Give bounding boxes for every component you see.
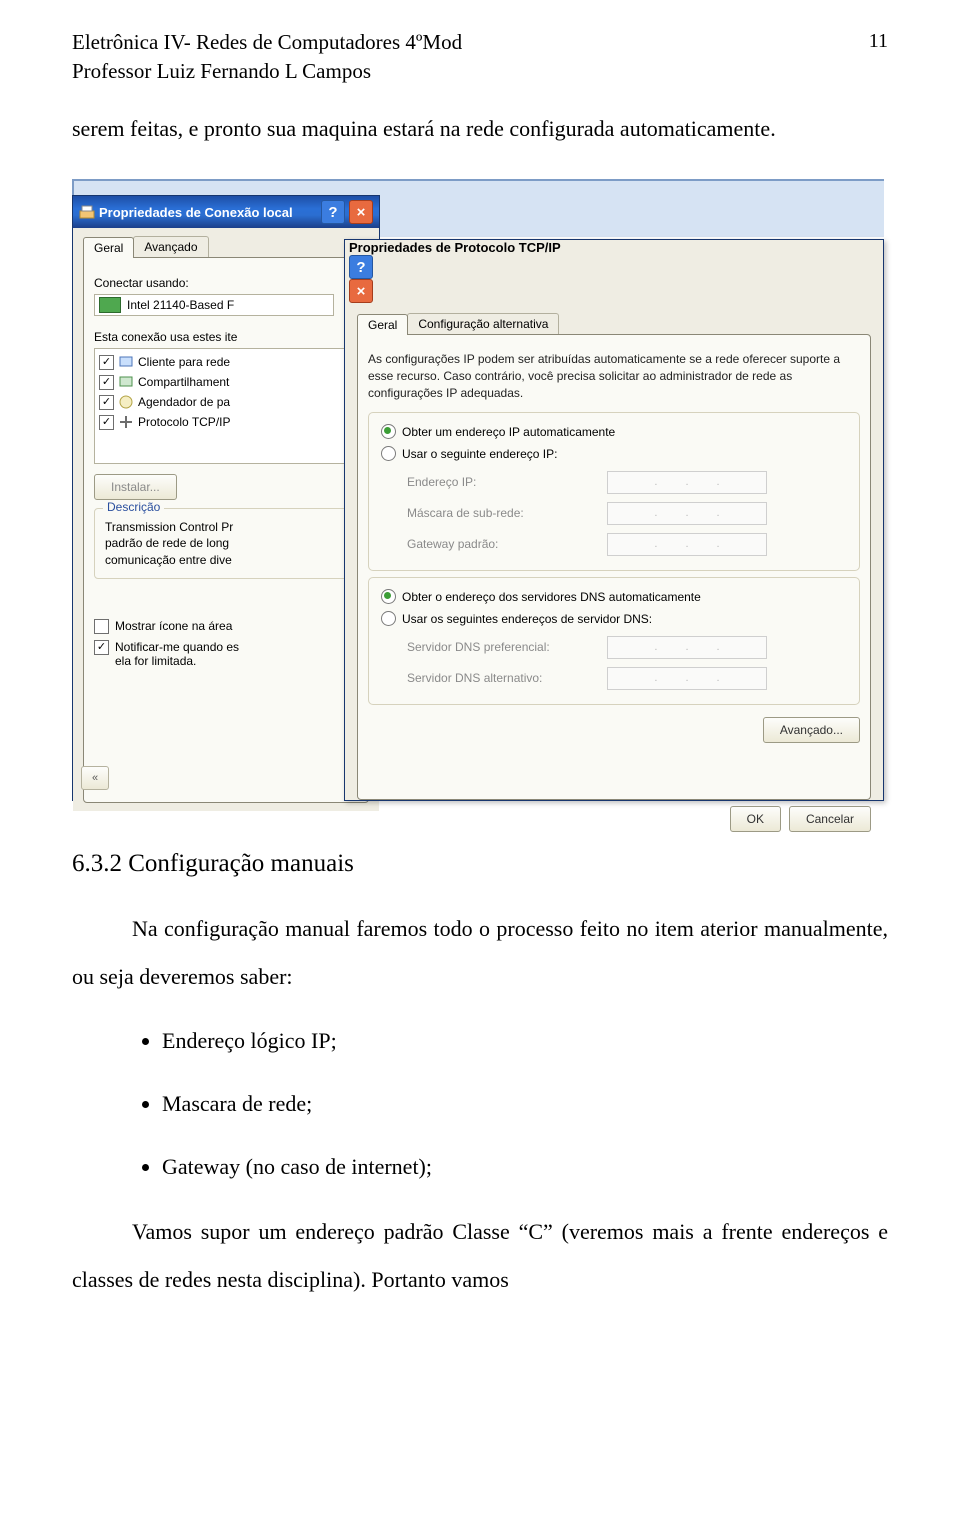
radio-manual-ip-label: Usar o seguinte endereço IP:	[402, 447, 557, 461]
share-icon	[118, 374, 134, 390]
show-icon-checkbox[interactable]	[94, 619, 109, 634]
close-button[interactable]: ×	[349, 200, 373, 224]
tab-avancado[interactable]: Avançado	[133, 236, 208, 257]
radio-auto-ip-label: Obter um endereço IP automaticamente	[402, 425, 615, 439]
ok-button[interactable]: OK	[730, 806, 781, 832]
uses-items-label: Esta conexão usa estes ite	[94, 330, 358, 344]
dialog-tcpip-properties: Propriedades de Protocolo TCP/IP ? × Ger…	[344, 239, 884, 801]
tcpip-icon	[118, 414, 134, 430]
group-title: Descrição	[103, 500, 164, 514]
close-button[interactable]: ×	[349, 279, 373, 303]
adapter-field[interactable]: Intel 21140-Based F	[94, 294, 334, 316]
bullet-list: Endereço lógico IP; Mascara de rede; Gat…	[162, 1015, 888, 1193]
nic-icon	[99, 297, 121, 313]
ip-input[interactable]: ...	[607, 471, 767, 494]
radio-manual-dns-label: Usar os seguintes endereços de servidor …	[402, 612, 652, 626]
list-item: Endereço lógico IP;	[162, 1015, 888, 1068]
titlebar: Propriedades de Conexão local ? ×	[73, 196, 379, 228]
tab-geral[interactable]: Geral	[357, 314, 408, 335]
mask-label: Máscara de sub-rede:	[407, 506, 607, 520]
install-button[interactable]: Instalar...	[94, 474, 177, 500]
paragraph-manual-intro: Na configuração manual faremos todo o pr…	[72, 905, 888, 1002]
radio-manual-ip[interactable]	[381, 446, 396, 461]
app-icon	[79, 204, 95, 220]
checkbox[interactable]	[99, 415, 114, 430]
collapse-button[interactable]: «	[81, 766, 109, 790]
list-item-label: Cliente para rede	[138, 355, 230, 369]
gateway-label: Gateway padrão:	[407, 537, 607, 551]
gateway-input[interactable]: ...	[607, 533, 767, 556]
help-text: As configurações IP podem ser atribuídas…	[368, 351, 860, 401]
page-number: 11	[869, 30, 888, 53]
course-title: Eletrônica IV- Redes de Computadores 4ºM…	[72, 28, 462, 57]
tabs: Geral Avançado	[83, 236, 369, 257]
checkbox[interactable]	[99, 395, 114, 410]
notify-label: Notificar-me quando es ela for limitada.	[115, 640, 239, 668]
window-title: Propriedades de Conexão local	[99, 205, 317, 220]
adapter-name: Intel 21140-Based F	[127, 298, 234, 312]
list-item[interactable]: Compartilhament	[99, 372, 353, 392]
list-item[interactable]: Agendador de pa	[99, 392, 353, 412]
tab-geral[interactable]: Geral	[83, 237, 134, 258]
dns-settings-group: Obter o endereço dos servidores DNS auto…	[368, 577, 860, 705]
connect-using-label: Conectar usando:	[94, 276, 358, 290]
tab-alt-config[interactable]: Configuração alternativa	[407, 313, 559, 334]
list-item: Gateway (no caso de internet);	[162, 1141, 888, 1194]
dns2-label: Servidor DNS alternativo:	[407, 671, 607, 685]
dialog-connection-properties: Propriedades de Conexão local ? × Geral …	[72, 195, 380, 801]
mask-input[interactable]: ...	[607, 502, 767, 525]
dns1-label: Servidor DNS preferencial:	[407, 640, 607, 654]
advanced-button[interactable]: Avançado...	[763, 717, 860, 743]
checkbox[interactable]	[99, 355, 114, 370]
professor-name: Professor Luiz Fernando L Campos	[72, 57, 462, 86]
list-item[interactable]: Cliente para rede	[99, 352, 353, 372]
scheduler-icon	[118, 394, 134, 410]
components-listbox[interactable]: Cliente para rede Compartilhament Agenda…	[94, 348, 358, 464]
tabs: Geral Configuração alternativa	[357, 313, 871, 334]
description-group: Descrição Transmission Control Pr padrão…	[94, 508, 358, 579]
paragraph-class-c: Vamos supor um endereço padrão Classe “C…	[72, 1208, 888, 1305]
help-button[interactable]: ?	[349, 255, 373, 279]
client-icon	[118, 354, 134, 370]
ip-label: Endereço IP:	[407, 475, 607, 489]
list-item-label: Agendador de pa	[138, 395, 230, 409]
dns1-input[interactable]: ...	[607, 636, 767, 659]
dns2-input[interactable]: ...	[607, 667, 767, 690]
checkbox[interactable]	[99, 375, 114, 390]
description-text: Transmission Control Pr padrão de rede d…	[105, 519, 347, 568]
window-title: Propriedades de Protocolo TCP/IP	[349, 240, 561, 255]
page-header: Eletrônica IV- Redes de Computadores 4ºM…	[72, 28, 888, 87]
radio-auto-ip[interactable]	[381, 424, 396, 439]
help-button[interactable]: ?	[321, 200, 345, 224]
chevron-left-icon: «	[92, 772, 98, 784]
figure-tcpip-dialogs: Propriedades de Conexão local ? × Geral …	[72, 179, 882, 819]
list-item: Mascara de rede;	[162, 1078, 888, 1131]
cancel-button[interactable]: Cancelar	[789, 806, 871, 832]
titlebar: Propriedades de Protocolo TCP/IP ? ×	[345, 240, 883, 303]
list-item-label: Compartilhament	[138, 375, 229, 389]
page: Eletrônica IV- Redes de Computadores 4ºM…	[0, 0, 960, 1335]
list-item-label: Protocolo TCP/IP	[138, 415, 230, 429]
notify-checkbox[interactable]	[94, 640, 109, 655]
paragraph-intro: serem feitas, e pronto sua maquina estar…	[72, 105, 888, 153]
ip-settings-group: Obter um endereço IP automaticamente Usa…	[368, 412, 860, 571]
list-item[interactable]: Protocolo TCP/IP	[99, 412, 353, 432]
radio-manual-dns[interactable]	[381, 611, 396, 626]
show-icon-label: Mostrar ícone na área	[115, 619, 232, 633]
section-heading: 6.3.2 Configuração manuais	[72, 845, 888, 883]
radio-auto-dns[interactable]	[381, 589, 396, 604]
radio-auto-dns-label: Obter o endereço dos servidores DNS auto…	[402, 590, 701, 604]
